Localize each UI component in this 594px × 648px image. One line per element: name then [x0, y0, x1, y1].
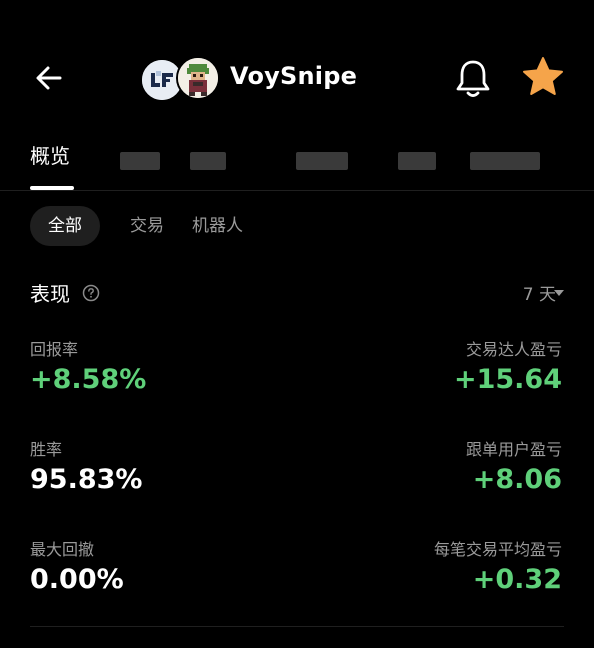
notification-button[interactable]	[452, 56, 494, 100]
star-icon	[523, 57, 563, 95]
bell-icon	[456, 60, 490, 97]
avg-trade-pnl-value: +0.32	[472, 564, 562, 595]
tab-redacted-1[interactable]	[120, 152, 160, 170]
favorite-button[interactable]	[520, 55, 566, 99]
tab-redacted-2[interactable]	[190, 152, 226, 170]
return-rate-value: +8.58%	[30, 364, 147, 395]
trader-pnl-label: 交易达人盈亏	[465, 340, 562, 359]
max-drawdown-label: 最大回撤	[30, 540, 95, 559]
win-rate-value: 95.83%	[30, 464, 143, 495]
tab-redacted-5[interactable]	[470, 152, 540, 170]
tab-redacted-4[interactable]	[398, 152, 436, 170]
filter-bot[interactable]: 机器人	[192, 206, 243, 246]
copier-pnl-value: +8.06	[472, 464, 562, 495]
win-rate-label: 胜率	[30, 440, 63, 459]
trader-pnl-value: +15.64	[453, 364, 562, 395]
back-button[interactable]	[30, 58, 70, 98]
tab-bar: 概览	[0, 128, 594, 191]
tab-redacted-3[interactable]	[296, 152, 348, 170]
filter-all[interactable]: 全部	[30, 206, 100, 246]
chevron-down-icon[interactable]	[554, 290, 564, 296]
filter-trade[interactable]: 交易	[130, 206, 164, 246]
page-title: VoySnipe	[230, 62, 358, 90]
max-drawdown-value: 0.00%	[30, 564, 124, 595]
arrow-left-icon	[36, 66, 62, 90]
pixel-character-icon	[178, 58, 218, 98]
tab-active-indicator	[30, 186, 74, 190]
copier-pnl-label: 跟单用户盈亏	[465, 440, 562, 459]
avg-trade-pnl-label: 每笔交易平均盈亏	[433, 540, 562, 559]
tab-overview[interactable]: 概览	[30, 140, 70, 169]
return-rate-label: 回报率	[30, 340, 79, 359]
info-icon[interactable]	[82, 284, 100, 302]
divider	[30, 626, 564, 627]
trader-avatar	[176, 56, 220, 100]
period-selector[interactable]: 7 天	[523, 280, 556, 305]
performance-header: 表现 7 天	[30, 278, 564, 308]
performance-title: 表现	[30, 282, 70, 306]
